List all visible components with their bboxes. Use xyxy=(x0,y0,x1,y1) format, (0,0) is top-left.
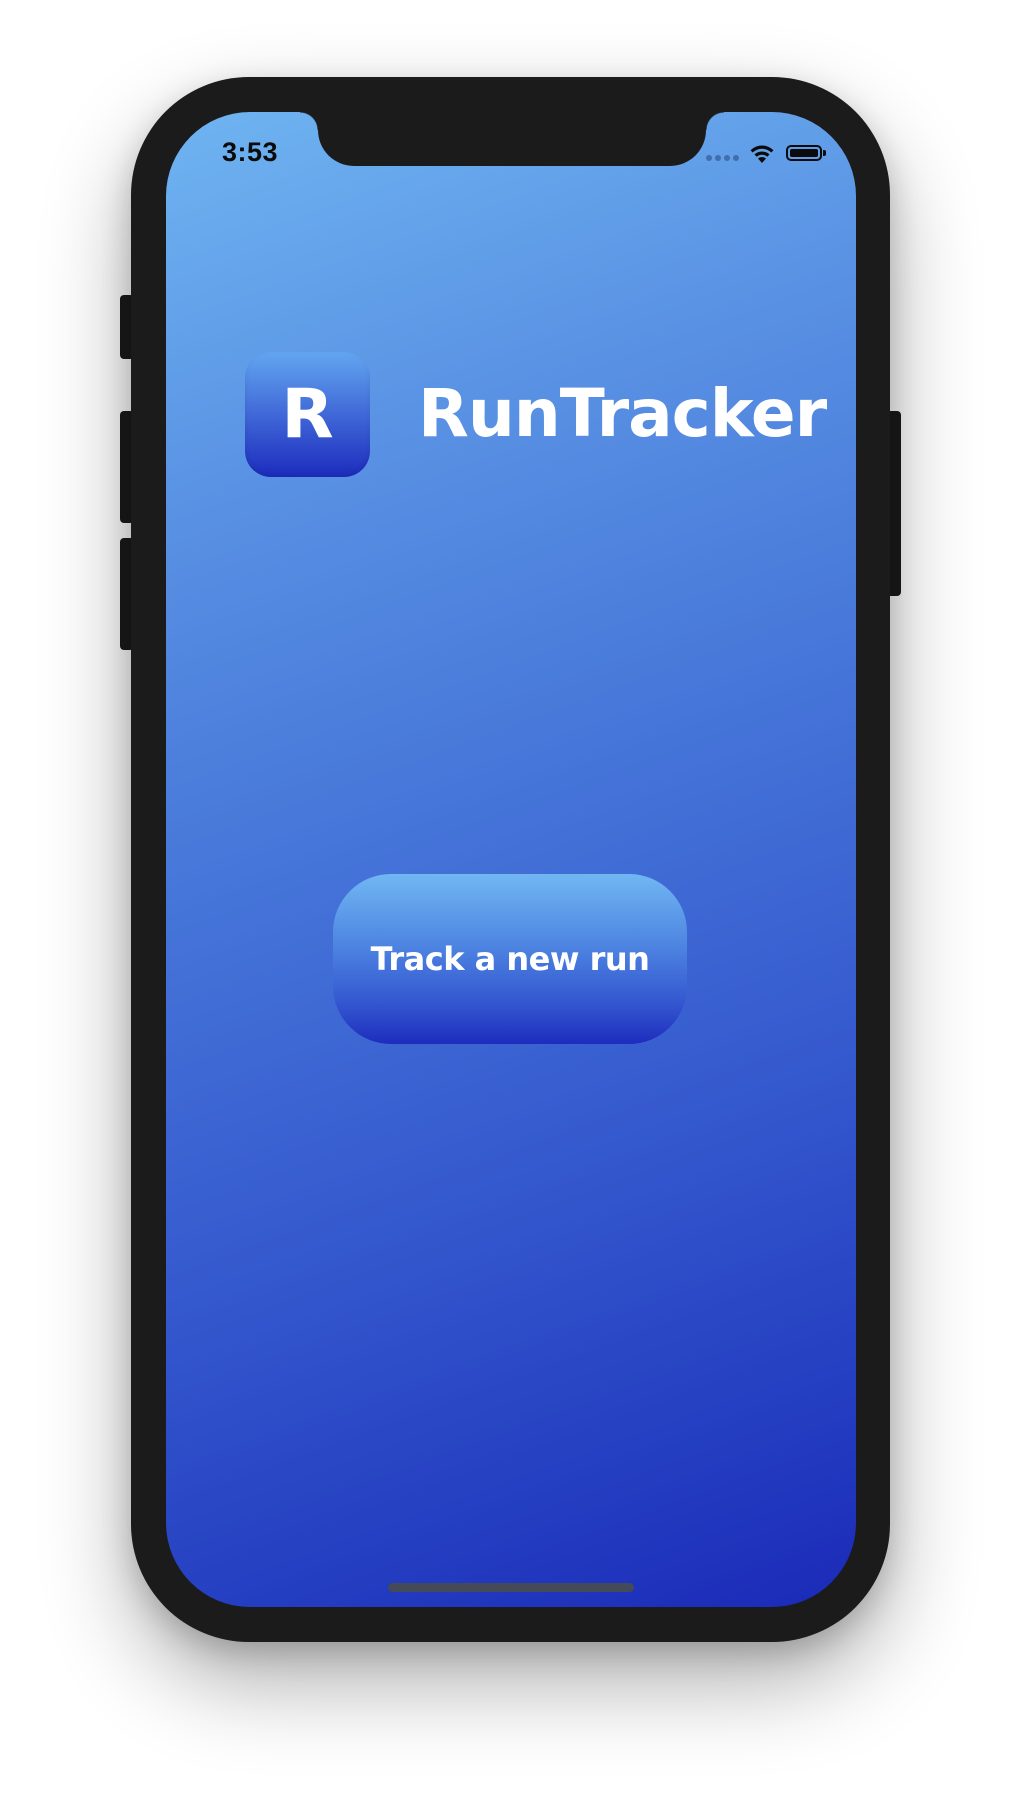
app-logo-letter: R xyxy=(281,374,334,454)
track-new-run-label: Track a new run xyxy=(370,940,650,978)
battery-fill xyxy=(790,149,818,157)
battery-cap xyxy=(823,150,826,156)
home-indicator[interactable] xyxy=(388,1583,634,1592)
wifi-icon xyxy=(750,145,774,163)
app-logo: R xyxy=(245,352,370,477)
device-mockup: 3:53 R RunTracker Track a new run xyxy=(0,0,1024,1798)
notch xyxy=(300,112,724,166)
app-title: RunTracker xyxy=(418,375,827,452)
app-screen: 3:53 R RunTracker Track a new run xyxy=(166,112,856,1607)
track-new-run-button[interactable]: Track a new run xyxy=(333,874,687,1044)
status-time: 3:53 xyxy=(222,137,279,167)
battery-icon xyxy=(786,145,822,161)
signal-dots-icon xyxy=(706,155,739,161)
